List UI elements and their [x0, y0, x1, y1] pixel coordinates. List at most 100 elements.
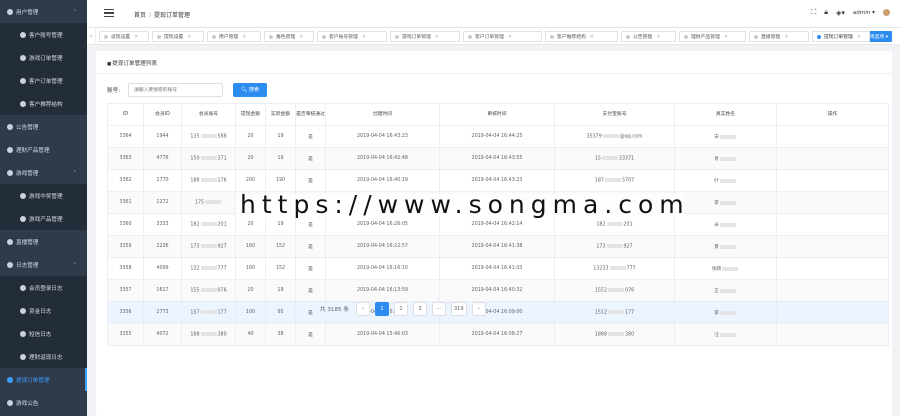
table-row[interactable]: 3357 1617 155 076 20 19 是 2019-04-04 16:13:59 20… — [107, 279, 889, 302]
table-row[interactable]: 3359 2236 173 927 160 152 是 2019-04-04 16:22:57… — [107, 235, 889, 258]
cell-actions[interactable] — [776, 147, 889, 170]
sidebar-item[interactable]: 游戏中奖管理 — [0, 184, 87, 207]
cell-account: 175 — [181, 191, 236, 214]
cell-actions[interactable] — [776, 125, 889, 148]
table-row[interactable]: 3363 4776 150 371 20 19 是 2019-04-04 16:42:48 20… — [107, 147, 889, 170]
close-icon[interactable]: × — [299, 34, 303, 40]
page-button[interactable]: ··· — [431, 302, 446, 316]
tab[interactable]: 直播管理 × — [749, 31, 809, 42]
breadcrumb-home[interactable]: 首页 — [134, 12, 146, 19]
close-icon[interactable]: × — [784, 34, 788, 40]
chevron-up-icon[interactable]: ⌃ — [73, 262, 77, 268]
tab[interactable]: 返现设置 × — [99, 31, 149, 42]
redacted-mask — [719, 200, 736, 205]
cell-actions[interactable] — [776, 169, 889, 192]
page-button[interactable]: 1 — [374, 302, 389, 316]
next-page-button[interactable]: › — [471, 302, 486, 316]
close-icon[interactable]: × — [362, 34, 366, 40]
sidebar-item[interactable]: 游戏产品管理 — [0, 207, 87, 230]
table-row[interactable]: 3362 2770 188 176 200 190 是 2019-04-04 16:40:19… — [107, 169, 889, 192]
search-button[interactable]: 🔍︎ 搜索 — [233, 83, 267, 97]
cell-amount: 160 — [235, 257, 266, 280]
cell-text: 2019-04-04 16:42:14 — [471, 222, 523, 227]
cell-actions[interactable] — [776, 279, 889, 302]
page-button[interactable]: 319 — [450, 302, 467, 316]
close-icon[interactable]: × — [857, 34, 861, 40]
lock-icon[interactable]: 🔒︎ — [824, 8, 828, 17]
table-row[interactable]: 3356277315717710095是2019-04-04 15:48:552… — [107, 301, 889, 324]
close-icon[interactable]: × — [724, 34, 728, 40]
tab[interactable]: 理财产品管理 × — [679, 31, 746, 42]
cell-actions[interactable] — [776, 213, 889, 236]
close-icon[interactable]: × — [590, 34, 594, 40]
tab[interactable]: 用户管理 × — [207, 31, 261, 42]
tab[interactable]: 游戏订单管理 × — [390, 31, 460, 42]
close-icon[interactable]: × — [508, 34, 512, 40]
cell-text: 3357 — [119, 288, 132, 293]
tab-scroll-left-icon[interactable]: ‹ — [87, 28, 96, 45]
close-icon[interactable]: × — [187, 34, 191, 40]
avatar[interactable] — [883, 9, 890, 16]
tab[interactable]: 客户账号管理 × — [317, 31, 387, 42]
tab[interactable]: 角色管理 × — [264, 31, 314, 42]
sidebar-item[interactable]: 理财返现日志 — [0, 345, 87, 368]
cell-alipay: 15 33371 — [554, 147, 675, 170]
cell-member-id: 3333 — [143, 213, 182, 236]
breadcrumb-separator: / — [149, 12, 152, 19]
sidebar-item[interactable]: 客户推荐结构 — [0, 92, 87, 115]
cell-create-time: 2019-04-04 16:42:48 — [325, 147, 440, 170]
close-icon[interactable]: × — [656, 34, 660, 40]
close-icon[interactable]: × — [435, 34, 439, 40]
sidebar-item[interactable]: 理财产品管理 — [0, 138, 87, 161]
fullscreen-icon[interactable]: ⛶ — [811, 8, 816, 17]
prev-page-button[interactable]: ‹ — [355, 302, 370, 316]
menu-dot-icon — [7, 8, 13, 15]
sidebar-item[interactable]: 用户管理 ⌃ — [0, 0, 87, 23]
sidebar-item[interactable]: 直播管理 — [0, 230, 87, 253]
cell-actions[interactable] — [776, 235, 889, 258]
sidebar-item[interactable]: 客户订单管理 — [0, 69, 87, 92]
tab[interactable]: 提现订单管理 × — [812, 31, 870, 42]
table-row[interactable]: 3364 1944 135 588 20 19 是 2019-04-04 16:43:23 20… — [107, 125, 889, 148]
cell-id: 3355 — [107, 323, 144, 346]
sidebar-item[interactable]: 公告管理 — [0, 115, 87, 138]
table-row[interactable]: 3355 4072 188 380 40 38 是 2019-04-04 15:46:03 20… — [107, 323, 889, 346]
sidebar-item[interactable]: 资金日志 — [0, 299, 87, 322]
chevron-up-icon[interactable]: ⌃ — [73, 170, 77, 176]
menu-dot-icon — [7, 146, 13, 153]
tab[interactable]: 客户推荐结构 × — [545, 31, 618, 42]
page-button[interactable]: 3 — [412, 302, 427, 316]
menu-toggle-icon[interactable] — [104, 9, 114, 17]
sidebar-item[interactable]: 游戏订单管理 — [0, 46, 87, 69]
sidebar-item[interactable]: 短信日志 — [0, 322, 87, 345]
cell-text: 777 — [217, 266, 227, 272]
theme-icon[interactable]: ◈▾ — [836, 9, 845, 17]
sidebar-item[interactable]: 日志管理 ⌃ — [0, 253, 87, 276]
tab[interactable]: 客户订单管理 × — [463, 31, 542, 42]
cell-real-amount: 19 — [265, 279, 296, 302]
cell-account: 182 201 — [181, 213, 236, 236]
sidebar-item[interactable]: 客户账号管理 — [0, 23, 87, 46]
cell-id: 3356 — [107, 301, 144, 324]
chevron-up-icon[interactable]: ⌃ — [73, 9, 77, 15]
tab[interactable]: 公告管理 × — [621, 31, 676, 42]
search-input[interactable] — [128, 83, 223, 97]
cell-text: 19 — [277, 222, 284, 227]
cell-actions[interactable] — [776, 323, 889, 346]
sidebar-item[interactable]: 游戏管理 ⌃ — [0, 161, 87, 184]
cell-actions[interactable] — [776, 191, 889, 214]
close-icon[interactable]: × — [242, 34, 246, 40]
sidebar-item[interactable]: 会员登录日志 — [0, 276, 87, 299]
cell-actions[interactable] — [776, 257, 889, 280]
close-icon[interactable]: × — [134, 34, 138, 40]
table-row[interactable]: 3358 4099 132 777 160 152 是 2019-04-04 16:16:10… — [107, 257, 889, 280]
cell-text: 李 — [714, 311, 719, 316]
cell-approved: 是 — [295, 147, 326, 170]
page-button[interactable]: 2 — [393, 302, 408, 316]
cell-text: 150 — [190, 156, 200, 162]
cell-actions[interactable] — [776, 301, 889, 324]
sidebar-item[interactable]: 提现订单管理 — [0, 368, 87, 391]
user-menu[interactable]: admin ▾ — [853, 10, 875, 16]
sidebar-item[interactable]: 游戏公告 — [0, 391, 87, 414]
tab[interactable]: 提现设置 × — [152, 31, 204, 42]
